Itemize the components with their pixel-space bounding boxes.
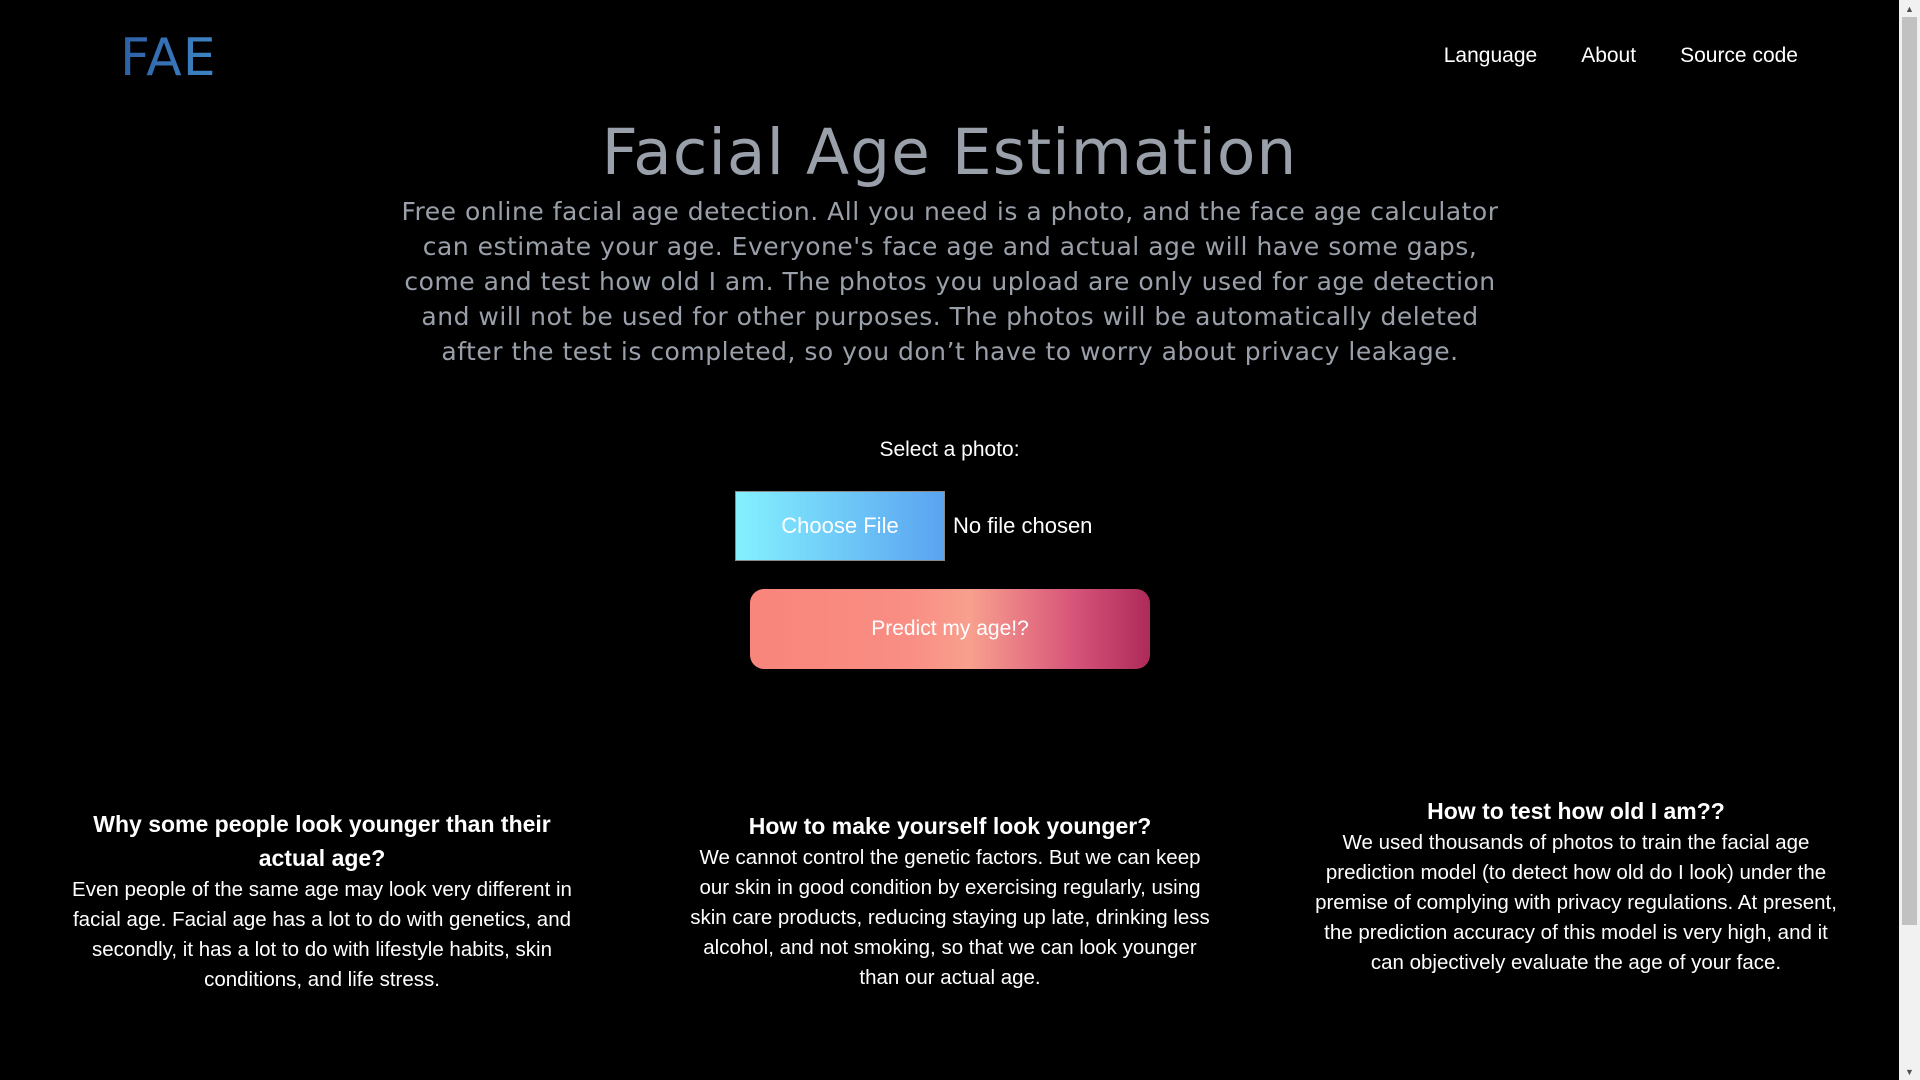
top-nav: Language About Source code — [1444, 44, 1798, 68]
site-logo[interactable]: FAE — [120, 28, 217, 88]
page: FAE Language About Source code Facial Ag… — [0, 0, 1899, 1080]
scroll-down-arrow-icon[interactable]: ▼ — [1899, 1063, 1920, 1080]
info-heading: How to make yourself look younger? — [748, 813, 1152, 839]
info-text: We used thousands of photos to train the… — [1315, 831, 1837, 974]
scrollbar-thumb[interactable] — [1902, 17, 1917, 925]
scroll-up-arrow-icon[interactable]: ▲ — [1899, 0, 1920, 17]
info-card-look-younger-tips: How to make yourself look younger? We ca… — [685, 809, 1215, 993]
page-description: Free online facial age detection. All yo… — [401, 197, 1499, 366]
select-photo-label: Select a photo: — [879, 438, 1020, 461]
vertical-scrollbar[interactable]: ▲ ▼ — [1899, 0, 1920, 1080]
info-text: We cannot control the genetic factors. B… — [690, 846, 1210, 989]
nav-language-link[interactable]: Language — [1444, 44, 1537, 68]
nav-about-link[interactable]: About — [1581, 44, 1636, 68]
nav-source-code-link[interactable]: Source code — [1680, 44, 1798, 68]
info-heading: How to test how old I am?? — [1427, 798, 1725, 824]
file-input: Choose File No file chosen — [735, 490, 1092, 562]
info-text: Even people of the same age may look ver… — [72, 878, 572, 991]
page-title: Facial Age Estimation — [601, 116, 1298, 189]
file-status-text: No file chosen — [953, 513, 1093, 538]
info-card-how-to-test: How to test how old I am?? We used thous… — [1311, 794, 1841, 978]
info-card-look-younger-reasons: Why some people look younger than their … — [57, 807, 587, 995]
info-heading: Why some people look younger than their … — [93, 811, 551, 871]
choose-file-button[interactable]: Choose File — [735, 491, 945, 561]
predict-age-button[interactable]: Predict my age!? — [750, 589, 1150, 669]
